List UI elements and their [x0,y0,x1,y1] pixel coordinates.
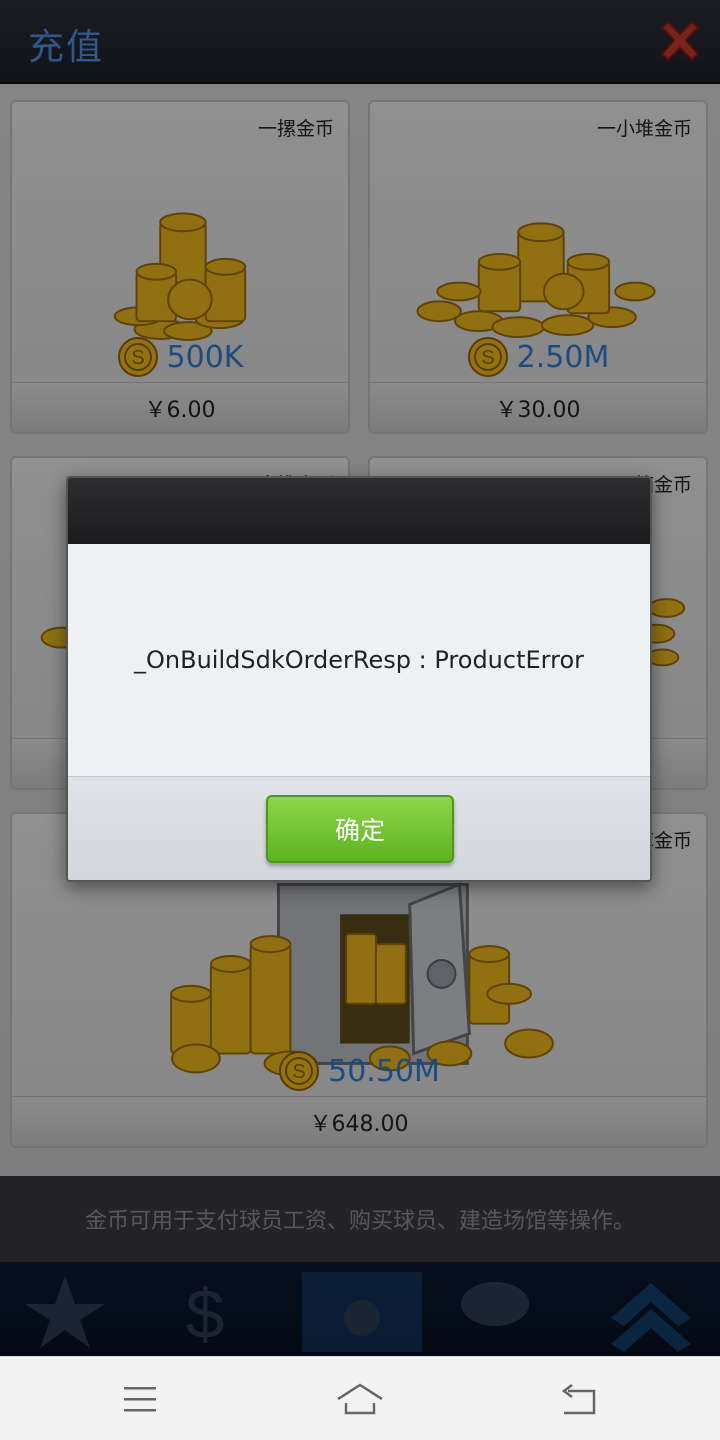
dialog-message: _OnBuildSdkOrderResp : ProductError [134,646,584,674]
menu-icon[interactable] [110,1379,170,1419]
dialog-header [68,478,650,544]
dialog-footer: 确定 [68,776,650,880]
error-dialog: _OnBuildSdkOrderResp : ProductError 确定 [66,476,652,882]
home-icon[interactable] [330,1379,390,1419]
screen: 充值 一摞金币 S 500K ￥6.00 一小堆金币 S 2.50M ￥30.0… [0,0,720,1440]
back-icon[interactable] [550,1379,610,1419]
confirm-button[interactable]: 确定 [266,795,454,863]
system-nav-bar [0,1356,720,1440]
